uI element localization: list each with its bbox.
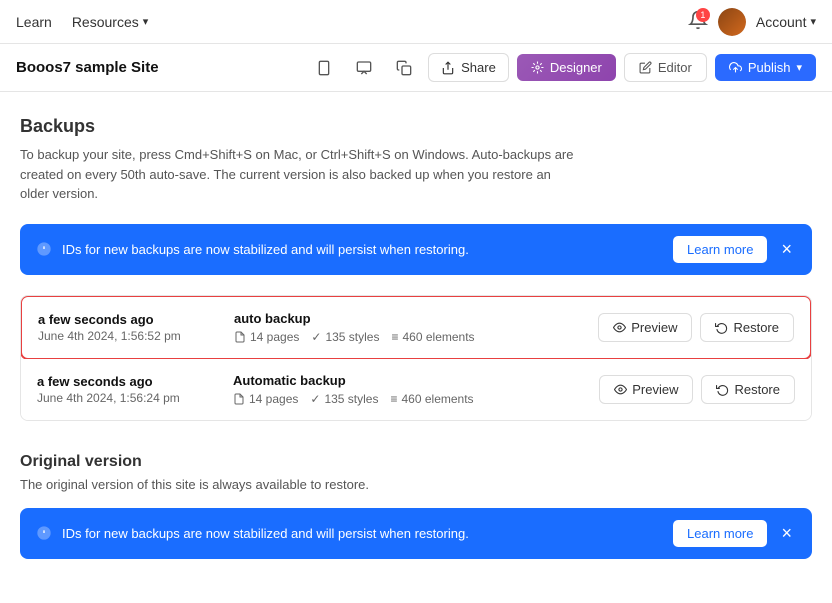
user-avatar[interactable] — [718, 8, 746, 36]
publish-icon — [729, 61, 742, 74]
close-banner-2[interactable]: × — [777, 524, 796, 542]
nav-resources[interactable]: Resources ▾ — [72, 14, 148, 30]
share-icon — [441, 61, 455, 75]
designer-label: Designer — [550, 60, 602, 75]
backup-info-1: auto backup 14 pages ✓ 135 styles ≡ 460 … — [234, 311, 582, 344]
nav-learn[interactable]: Learn — [16, 14, 52, 30]
backup-styles-2: ✓ 135 styles — [310, 392, 378, 406]
editor-icon — [639, 61, 652, 74]
page-icon — [234, 331, 246, 343]
learn-more-btn-2[interactable]: Learn more — [673, 520, 767, 547]
backup-name-1: auto backup — [234, 311, 582, 326]
elements-count-1: 460 elements — [403, 330, 475, 344]
account-label-text: Account — [756, 14, 807, 30]
restore-label-1: Restore — [733, 320, 779, 335]
copy-button[interactable] — [388, 52, 420, 84]
preview-label-1: Preview — [631, 320, 677, 335]
checkmark-1: ✓ — [311, 330, 321, 344]
page-title: Backups — [20, 116, 812, 137]
info-banner-1-text: IDs for new backups are now stabilized a… — [62, 242, 663, 257]
backup-time-1: a few seconds ago June 4th 2024, 1:56:52… — [38, 312, 218, 343]
elements-count-2: 460 elements — [402, 392, 474, 406]
backup-info-2: Automatic backup 14 pages ✓ 135 styles ≡… — [233, 373, 583, 406]
resources-label: Resources — [72, 14, 139, 30]
page-description: To backup your site, press Cmd+Shift+S o… — [20, 145, 580, 204]
backup-time-2: a few seconds ago June 4th 2024, 1:56:24… — [37, 374, 217, 405]
desktop-view-button[interactable] — [348, 52, 380, 84]
elements-icon-1: ≡ — [391, 330, 398, 344]
editor-button[interactable]: Editor — [624, 53, 707, 82]
secondary-toolbar: Booos7 sample Site Share — [0, 44, 832, 92]
backup-name-2: Automatic backup — [233, 373, 583, 388]
resources-chevron: ▾ — [143, 15, 149, 28]
restore-label-2: Restore — [734, 382, 780, 397]
designer-button[interactable]: Designer — [517, 54, 616, 81]
top-nav-right: 1 Account ▾ — [688, 8, 816, 36]
checkmark-2: ✓ — [310, 392, 320, 406]
desktop-icon — [356, 60, 372, 76]
account-menu[interactable]: Account ▾ — [756, 14, 816, 30]
backup-meta-1: 14 pages ✓ 135 styles ≡ 460 elements — [234, 330, 582, 344]
backup-list: a few seconds ago June 4th 2024, 1:56:52… — [20, 295, 812, 421]
copy-icon — [396, 60, 412, 76]
preview-label-2: Preview — [632, 382, 678, 397]
info-banner-1: IDs for new backups are now stabilized a… — [20, 224, 812, 275]
backup-absolute-time-2: June 4th 2024, 1:56:24 pm — [37, 391, 217, 405]
mobile-view-button[interactable] — [308, 52, 340, 84]
info-icon-1 — [36, 241, 52, 257]
share-label: Share — [461, 60, 496, 75]
backup-relative-time-1: a few seconds ago — [38, 312, 218, 327]
designer-icon — [531, 61, 544, 74]
publish-chevron: ▾ — [796, 61, 802, 74]
backup-actions-2: Preview Restore — [599, 375, 795, 404]
share-button[interactable]: Share — [428, 53, 509, 82]
backup-absolute-time-1: June 4th 2024, 1:56:52 pm — [38, 329, 218, 343]
account-chevron: ▾ — [810, 15, 816, 28]
eye-icon-2 — [614, 383, 627, 396]
toolbar-actions: Share Designer Editor Publish ▾ — [308, 52, 816, 84]
pages-count-1: 14 pages — [250, 330, 299, 344]
eye-icon-1 — [613, 321, 626, 334]
original-version-title: Original version — [20, 453, 812, 471]
backup-meta-2: 14 pages ✓ 135 styles ≡ 460 elements — [233, 392, 583, 406]
backup-styles-1: ✓ 135 styles — [311, 330, 379, 344]
close-banner-1[interactable]: × — [777, 240, 796, 258]
backup-elements-1: ≡ 460 elements — [391, 330, 474, 344]
learn-more-btn-1[interactable]: Learn more — [673, 236, 767, 263]
site-name: Booos7 sample Site — [16, 59, 159, 76]
notification-bell[interactable]: 1 — [688, 10, 708, 33]
backup-pages-2: 14 pages — [233, 392, 298, 406]
info-banner-2-text: IDs for new backups are now stabilized a… — [62, 526, 663, 541]
page-icon-2 — [233, 393, 245, 405]
info-banner-2: IDs for new backups are now stabilized a… — [20, 508, 812, 559]
restore-icon-2 — [716, 383, 729, 396]
avatar-image — [718, 8, 746, 36]
pages-count-2: 14 pages — [249, 392, 298, 406]
restore-btn-1[interactable]: Restore — [700, 313, 794, 342]
backup-actions-1: Preview Restore — [598, 313, 794, 342]
styles-count-1: 135 styles — [325, 330, 379, 344]
notification-badge: 1 — [696, 8, 710, 22]
preview-btn-1[interactable]: Preview — [598, 313, 692, 342]
backup-row-2: a few seconds ago June 4th 2024, 1:56:24… — [21, 359, 811, 420]
restore-icon-1 — [715, 321, 728, 334]
backup-row-1: a few seconds ago June 4th 2024, 1:56:52… — [20, 295, 812, 360]
publish-button[interactable]: Publish ▾ — [715, 54, 816, 81]
styles-count-2: 135 styles — [324, 392, 378, 406]
main-content: Backups To backup your site, press Cmd+S… — [0, 92, 832, 603]
info-icon-2 — [36, 525, 52, 541]
backup-relative-time-2: a few seconds ago — [37, 374, 217, 389]
backup-pages-1: 14 pages — [234, 330, 299, 344]
top-nav: Learn Resources ▾ 1 Account ▾ — [0, 0, 832, 44]
top-nav-left: Learn Resources ▾ — [16, 14, 148, 30]
editor-label: Editor — [658, 60, 692, 75]
mobile-icon — [316, 60, 332, 76]
restore-btn-2[interactable]: Restore — [701, 375, 795, 404]
original-version-desc: The original version of this site is alw… — [20, 477, 812, 492]
elements-icon-2: ≡ — [390, 392, 397, 406]
publish-label: Publish — [748, 60, 791, 75]
backup-elements-2: ≡ 460 elements — [390, 392, 473, 406]
preview-btn-2[interactable]: Preview — [599, 375, 693, 404]
